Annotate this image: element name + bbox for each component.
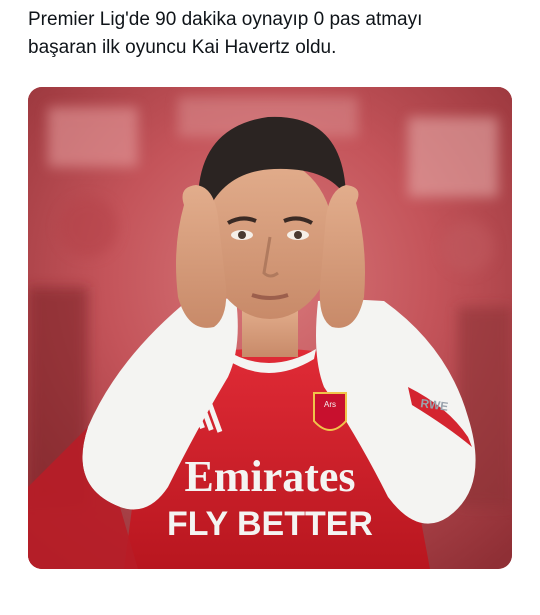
club-crest: Ars — [313, 392, 347, 431]
player-photo-illustration: Ars RWE Emirates FLY BETTER — [28, 87, 512, 569]
shirt-sponsor-main: Emirates — [184, 452, 355, 501]
shirt-sponsor-tagline: FLY BETTER — [167, 505, 373, 543]
tweet-text: Premier Lig'de 90 dakika oynayıp 0 pas a… — [28, 9, 423, 58]
tweet-card: Premier Lig'de 90 dakika oynayıp 0 pas a… — [0, 0, 540, 615]
tweet-media-photo[interactable]: Ars RWE Emirates FLY BETTER — [28, 87, 512, 569]
svg-text:Ars: Ars — [324, 400, 336, 409]
